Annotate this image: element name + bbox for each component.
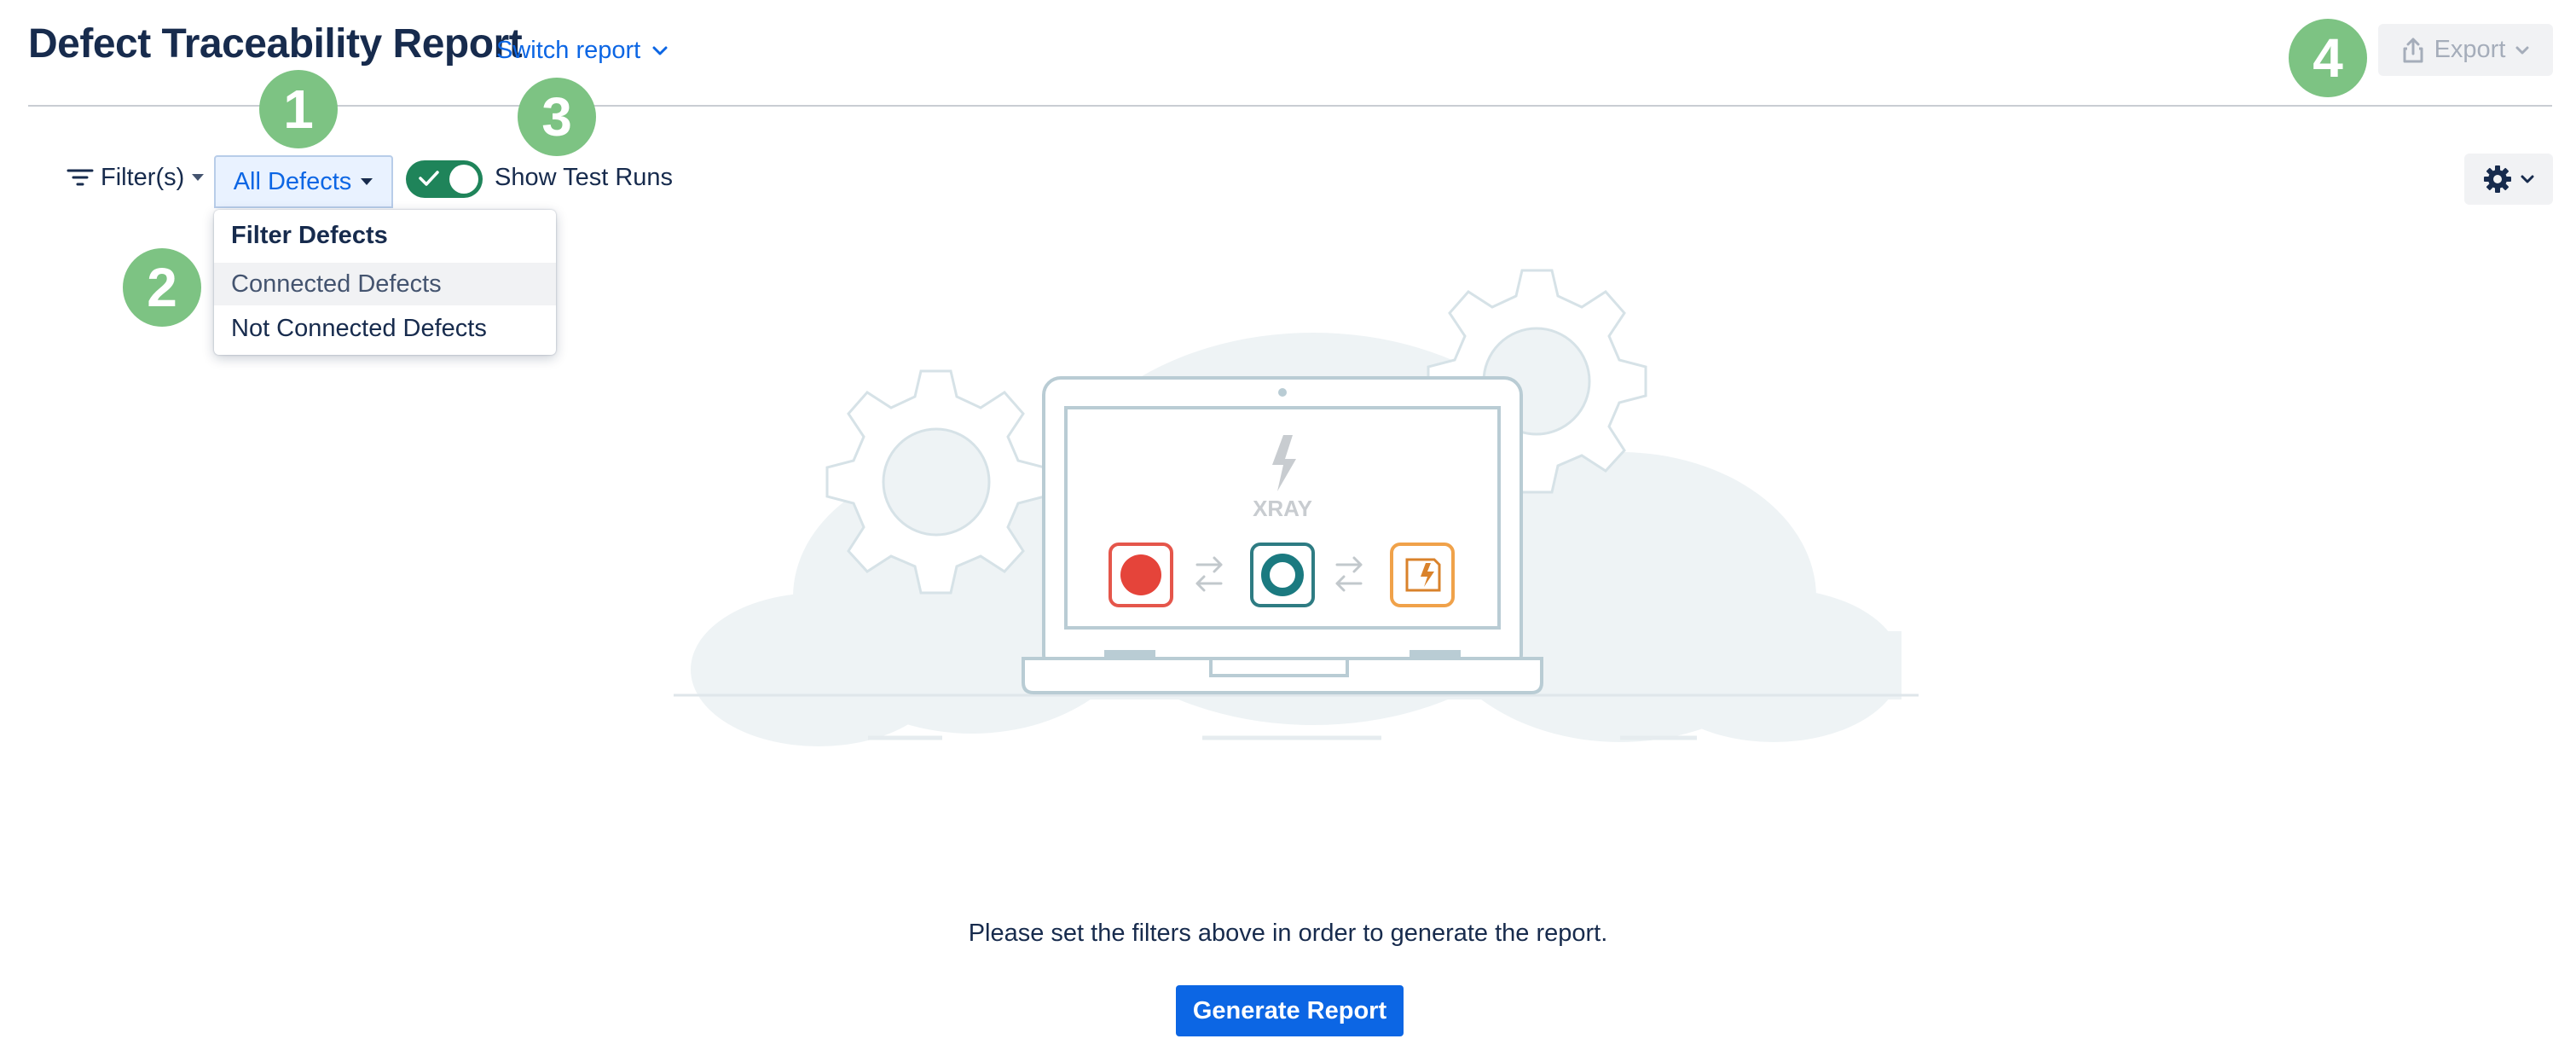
- switch-report-button[interactable]: Switch report: [496, 37, 668, 65]
- settings-button[interactable]: [2464, 154, 2553, 205]
- show-test-runs-label: Show Test Runs: [495, 164, 674, 191]
- menu-item-connected-defects[interactable]: Connected Defects: [214, 263, 556, 305]
- xray-brand-text: XRAY: [1253, 496, 1312, 521]
- defects-filter-label: All Defects: [233, 167, 352, 195]
- dropdown-heading: Filter Defects: [231, 222, 388, 249]
- empty-state-message: Please set the filters above in order to…: [968, 920, 1608, 947]
- filter-defects-dropdown: Filter Defects Connected Defects Not Con…: [214, 210, 556, 355]
- page-title: Defect Traceability Report: [28, 21, 523, 67]
- switch-report-label: Switch report: [496, 37, 641, 64]
- header-divider: [28, 105, 2552, 107]
- callout-badge-3: 3: [518, 78, 596, 156]
- chevron-down-icon: [2515, 46, 2529, 54]
- gear-icon: [2484, 165, 2511, 193]
- callout-badge-1: 1: [259, 70, 338, 148]
- filters-label: Filter(s): [101, 163, 185, 191]
- menu-item-not-connected-defects[interactable]: Not Connected Defects: [214, 307, 556, 350]
- toggle-knob: [449, 165, 478, 194]
- chevron-down-icon: [2521, 175, 2534, 183]
- export-button[interactable]: Export: [2378, 24, 2553, 76]
- callout-badge-4: 4: [2289, 19, 2367, 97]
- generate-report-button[interactable]: Generate Report: [1176, 985, 1404, 1036]
- chevron-down-icon: [652, 46, 668, 55]
- share-icon: [2403, 38, 2423, 62]
- caret-down-icon: [361, 178, 373, 185]
- empty-state-illustration: XRAY: [674, 269, 1919, 746]
- filters-button[interactable]: Filter(s): [67, 159, 205, 196]
- defects-filter-select[interactable]: All Defects: [214, 155, 393, 208]
- check-icon: [419, 171, 439, 186]
- filter-icon: [67, 169, 94, 186]
- show-test-runs-toggle[interactable]: [406, 160, 483, 198]
- export-label: Export: [2434, 36, 2506, 63]
- caret-down-icon: [192, 174, 205, 181]
- callout-badge-2: 2: [123, 248, 201, 327]
